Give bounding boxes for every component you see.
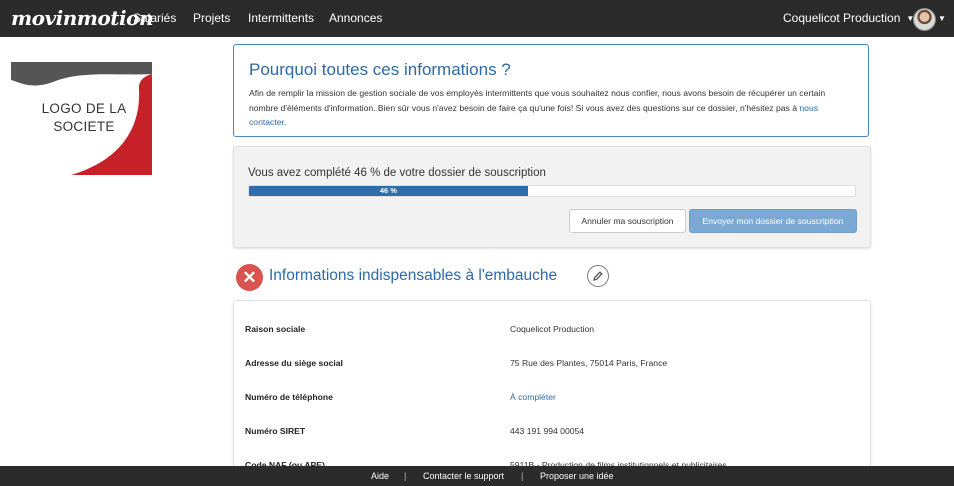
row-value: 443 191 994 00054: [510, 426, 585, 436]
subscription-progress-panel: Vous avez complété 46 % de votre dossier…: [233, 146, 871, 248]
section-title: Informations indispensables à l'embauche: [269, 267, 558, 284]
progress-label: 46 %: [379, 186, 397, 195]
row-label: Adresse du siège social: [245, 358, 343, 368]
progress-bar: 46 %: [248, 185, 856, 197]
info-text: Afin de remplir la mission de gestion so…: [249, 88, 826, 127]
info-title: Pourquoi toutes ces informations ?: [249, 60, 511, 79]
complete-phone-link[interactable]: À compléter: [510, 392, 556, 402]
company-name: Coquelicot Production: [783, 11, 901, 25]
row-label: Numéro de téléphone: [245, 392, 333, 402]
table-row: Raison sociale Coquelicot Production: [234, 307, 870, 341]
progress-title: Vous avez complété 46 % de votre dossier…: [248, 167, 546, 179]
cancel-subscription-button[interactable]: Annuler ma souscription: [569, 209, 686, 233]
row-label: Raison sociale: [245, 324, 306, 334]
footer-link-support[interactable]: Contacter le support: [423, 471, 504, 481]
top-navbar: movinmotion Salariés Projets Intermitten…: [0, 0, 954, 37]
row-value: 75 Rue des Plantes, 75014 Paris, France: [510, 358, 668, 368]
nav-link-intermittents[interactable]: Intermittents: [248, 11, 314, 25]
nav-link-salaries[interactable]: Salariés: [133, 11, 176, 25]
table-row: Numéro de téléphone À compléter: [234, 375, 870, 409]
table-row: Numéro SIRET 443 191 994 00054: [234, 409, 870, 443]
footer-link-aide[interactable]: Aide: [371, 471, 389, 481]
company-logo: LOGO DE LA SOCIETE: [11, 62, 152, 175]
footer-separator: |: [404, 471, 407, 481]
row-value: Coquelicot Production: [510, 324, 595, 334]
row-label: Numéro SIRET: [245, 426, 306, 436]
company-dropdown[interactable]: Coquelicot Production ▼: [783, 11, 914, 25]
logo-text: LOGO DE LA SOCIETE: [41, 101, 127, 134]
company-details-table: Raison sociale Coquelicot Production Adr…: [233, 300, 871, 470]
caret-down-icon[interactable]: ▼: [938, 14, 946, 23]
footer-separator: |: [521, 471, 524, 481]
edit-pencil-icon[interactable]: [587, 265, 609, 287]
info-box: Pourquoi toutes ces informations ? Afin …: [233, 44, 869, 137]
nav-link-annonces[interactable]: Annonces: [329, 11, 382, 25]
footer-bar: Aide | Contacter le support | Proposer u…: [0, 466, 954, 486]
table-row: Adresse du siège social 75 Rue des Plant…: [234, 341, 870, 375]
avatar[interactable]: [913, 8, 936, 31]
error-x-icon: ✕: [236, 264, 263, 291]
footer-link-idea[interactable]: Proposer une idée: [540, 471, 614, 481]
brand-logo[interactable]: movinmotion: [11, 6, 153, 30]
send-subscription-button[interactable]: Envoyer mon dossier de souscription: [689, 209, 857, 233]
nav-link-projets[interactable]: Projets: [193, 11, 230, 25]
